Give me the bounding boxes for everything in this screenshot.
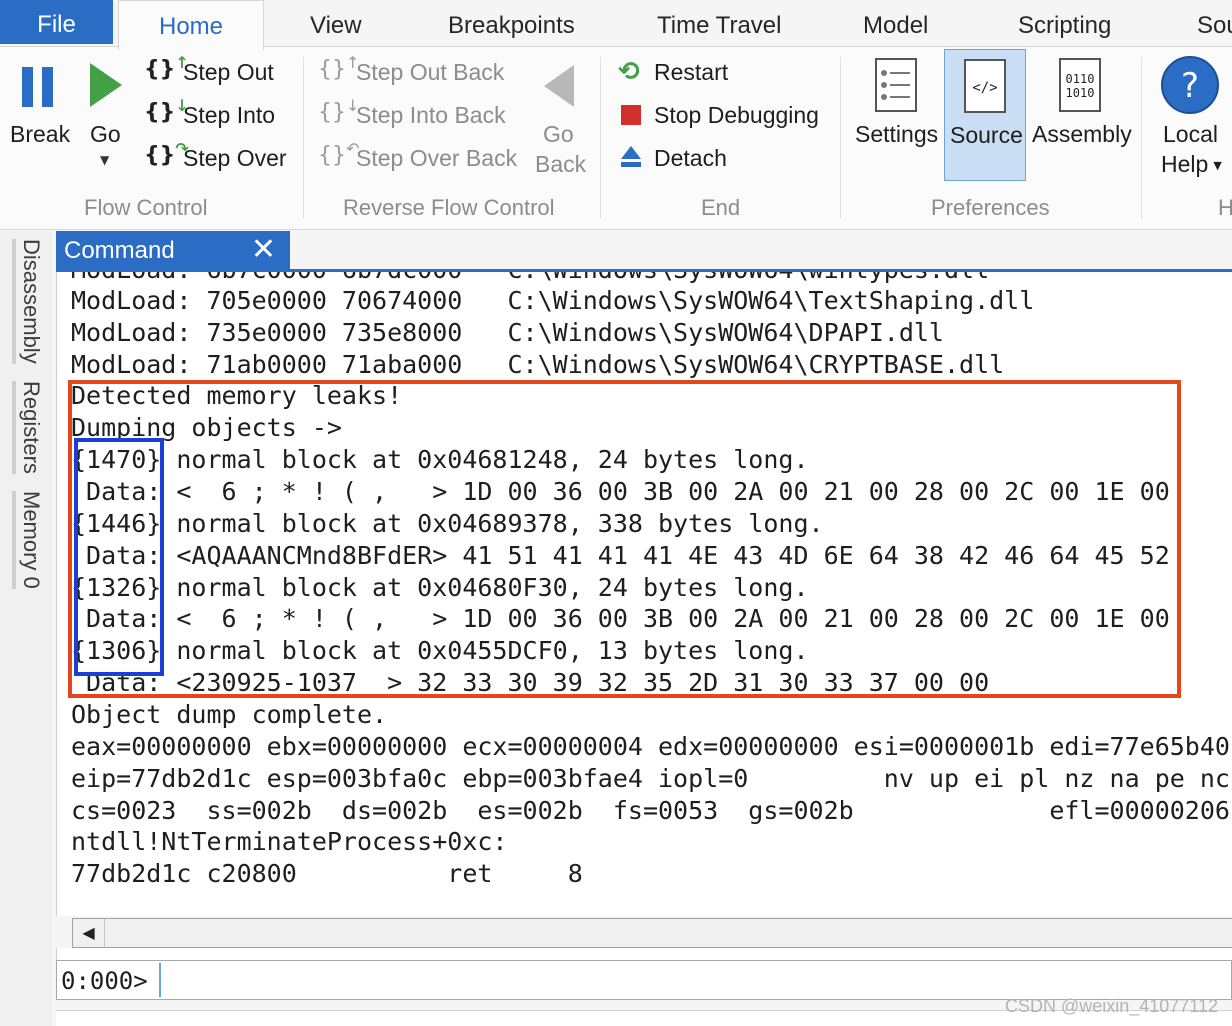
- step-into-back-icon: {}↓: [318, 96, 360, 125]
- output-line: Object dump complete.: [71, 700, 388, 729]
- detach-label: Detach: [654, 145, 727, 171]
- go-icon: [90, 63, 122, 107]
- group-title-preferences: Preferences: [931, 195, 1050, 220]
- svg-text:0110: 0110: [1066, 72, 1095, 86]
- side-tab-registers[interactable]: Registers: [12, 381, 44, 474]
- ribbon-tab-bar: File Home View Breakpoints Time Travel M…: [0, 0, 1232, 50]
- go-back-label-2: Back: [535, 151, 587, 177]
- output-line: {1446} normal block at 0x04689378, 338 b…: [71, 509, 824, 538]
- group-title-help: H: [1218, 195, 1232, 220]
- side-tab-memory[interactable]: Memory 0: [12, 491, 44, 589]
- group-title-reverse-flow-control: Reverse Flow Control: [343, 195, 555, 220]
- tab-view[interactable]: View: [310, 0, 362, 46]
- break-icon: [22, 67, 53, 107]
- group-separator: [1141, 57, 1142, 219]
- output-line: ModLoad: 71ab0000 71aba000 C:\Windows\Sy…: [71, 350, 1005, 379]
- step-out-back-label: Step Out Back: [356, 59, 505, 85]
- source-label: Source: [950, 122, 1023, 148]
- output-line: Data: < 6 ; * ! ( , > 1D 00 36 00 3B 00 …: [71, 477, 1170, 506]
- tab-source-partial[interactable]: Sou: [1197, 0, 1232, 46]
- step-out-back-icon: {}↑: [318, 53, 360, 82]
- output-line: ModLoad: 735e0000 735e8000 C:\Windows\Sy…: [71, 318, 944, 347]
- group-separator: [600, 57, 601, 219]
- side-tool-tabs: Disassembly Registers Memory 0: [0, 231, 52, 1026]
- step-into-label: Step Into: [183, 102, 276, 128]
- output-line: Data: <AQAAANCMnd8BFdER> 41 51 41 41 41 …: [71, 541, 1170, 570]
- detach-icon: [621, 146, 641, 167]
- source-icon: </>: [964, 59, 1006, 113]
- tab-model[interactable]: Model: [863, 0, 928, 46]
- stop-icon: [621, 105, 641, 125]
- step-over-label: Step Over: [183, 145, 287, 171]
- command-window-title: Command: [64, 237, 175, 264]
- output-line: 77db2d1c c20800 ret 8: [71, 859, 583, 888]
- horizontal-scrollbar[interactable]: ◀: [72, 918, 1232, 948]
- tab-scripting[interactable]: Scripting: [1018, 0, 1111, 46]
- output-line: cs=0023 ss=002b ds=002b es=002b fs=0053 …: [71, 796, 1230, 825]
- command-input[interactable]: [159, 963, 1229, 997]
- restart-icon: ⟲: [618, 57, 640, 87]
- tab-file[interactable]: File: [0, 0, 113, 44]
- command-prompt: 0:000>: [61, 967, 148, 995]
- watermark: CSDN @weixin_41077112: [1004, 996, 1218, 1016]
- svg-text:1010: 1010: [1066, 86, 1095, 100]
- assembly-label: Assembly: [1032, 121, 1132, 147]
- source-button[interactable]: </> Source: [944, 49, 1026, 181]
- command-output-footer: [56, 948, 1232, 960]
- output-line: ModLoad: 6b7c0000 6b7dc000 C:\Windows\Sy…: [71, 272, 989, 286]
- tab-time-travel[interactable]: Time Travel: [657, 0, 781, 46]
- output-line: {1326} normal block at 0x04680F30, 24 by…: [71, 573, 809, 602]
- step-over-back-icon: {}↶: [318, 139, 360, 168]
- local-help-label-1: Local: [1163, 121, 1218, 147]
- step-over-back-label: Step Over Back: [356, 145, 518, 171]
- tab-breakpoints[interactable]: Breakpoints: [448, 0, 575, 46]
- help-icon: ?: [1161, 56, 1219, 114]
- svg-text:?: ?: [1181, 66, 1199, 106]
- output-line: Dumping objects ->: [71, 413, 342, 442]
- chevron-down-icon: ▼: [100, 153, 110, 167]
- go-back-label-1: Go: [543, 121, 574, 147]
- output-line: ModLoad: 705e0000 70674000 C:\Windows\Sy…: [71, 286, 1035, 315]
- group-separator: [840, 57, 841, 219]
- settings-icon: [875, 58, 917, 112]
- step-into-back-label: Step Into Back: [356, 102, 506, 128]
- output-line: ntdll!NtTerminateProcess+0xc:: [71, 827, 508, 856]
- side-tab-disassembly[interactable]: Disassembly: [12, 239, 44, 364]
- group-title-end: End: [701, 195, 741, 220]
- output-line: {1306} normal block at 0x0455DCF0, 13 by…: [71, 636, 809, 665]
- output-line: Data: <230925-1037 > 32 33 30 39 32 35 2…: [71, 668, 990, 697]
- assembly-icon: 01101010: [1059, 58, 1101, 112]
- output-line: eip=77db2d1c esp=003bfa0c ebp=003bfae4 i…: [71, 764, 1230, 793]
- local-help-label-2: Help ▼: [1161, 151, 1222, 177]
- command-window-tab[interactable]: Command ✕: [56, 231, 290, 271]
- close-icon[interactable]: ✕: [251, 231, 276, 269]
- output-line: Data: < 6 ; * ! ( , > 1D 00 36 00 3B 00 …: [71, 604, 1170, 633]
- step-out-label: Step Out: [183, 59, 274, 85]
- output-line: {1470} normal block at 0x04681248, 24 by…: [71, 445, 809, 474]
- scroll-left-icon[interactable]: ◀: [73, 919, 105, 947]
- tab-home[interactable]: Home: [118, 0, 264, 50]
- ribbon: Break Go ▼ {}↑ Step Out {}↓ Step Into {}…: [0, 46, 1232, 230]
- go-back-icon: [544, 65, 574, 107]
- output-line: eax=00000000 ebx=00000000 ecx=00000004 e…: [71, 732, 1230, 761]
- group-title-flow-control: Flow Control: [84, 195, 208, 220]
- chevron-down-icon: ▼: [1213, 159, 1222, 172]
- svg-text:</>: </>: [972, 80, 997, 96]
- restart-label: Restart: [654, 59, 729, 85]
- settings-label: Settings: [855, 121, 939, 147]
- output-line: Detected memory leaks!: [71, 381, 403, 410]
- break-label: Break: [10, 121, 71, 147]
- go-label: Go: [90, 121, 121, 147]
- command-output[interactable]: ModLoad: 6b7c0000 6b7dc000 C:\Windows\Sy…: [56, 272, 1232, 916]
- group-separator: [303, 57, 304, 219]
- command-input-row: 0:000>: [56, 960, 1232, 1000]
- stop-debugging-label: Stop Debugging: [654, 102, 819, 128]
